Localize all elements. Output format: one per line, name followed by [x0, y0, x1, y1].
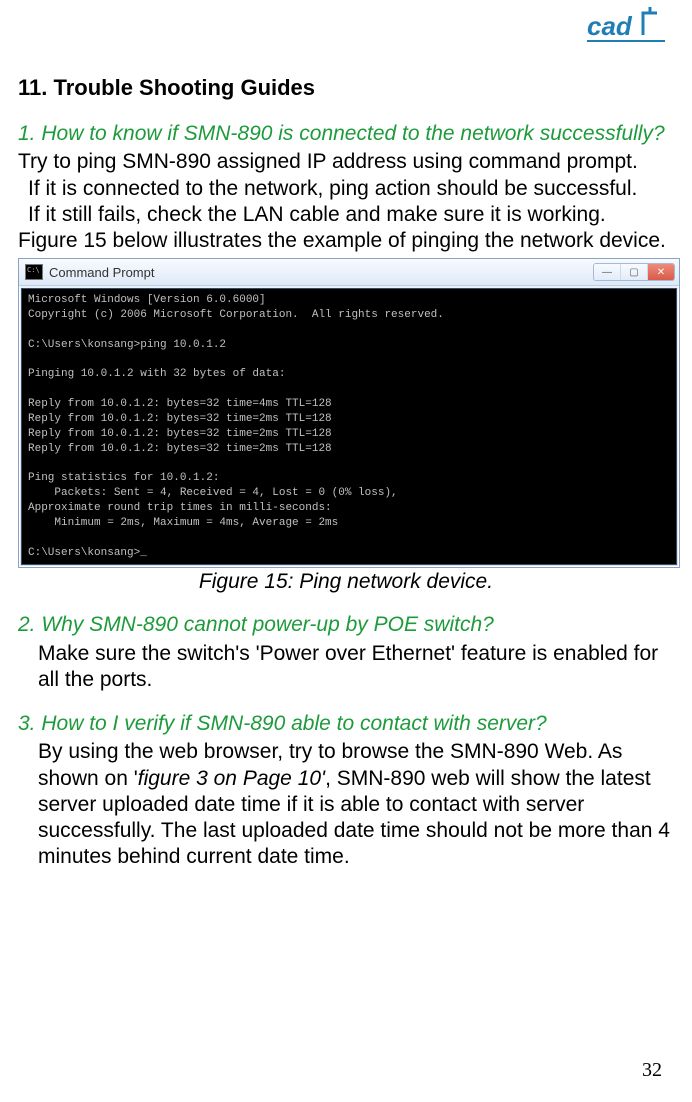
maximize-button[interactable]: ▢ [620, 264, 647, 280]
brand-logo: cad [587, 5, 667, 45]
figure-caption: Figure 15: Ping network device. [18, 570, 674, 594]
q2-body: Make sure the switch's 'Power over Ether… [18, 641, 674, 694]
q1-line-c: If it still fails, check the LAN cable a… [18, 202, 674, 228]
terminal-output: Microsoft Windows [Version 6.0.6000] Cop… [21, 288, 677, 565]
window-controls: — ▢ ✕ [593, 263, 675, 281]
question-1: 1. How to know if SMN-890 is connected t… [18, 121, 674, 147]
svg-text:cad: cad [587, 11, 633, 41]
q1-line-d: Figure 15 below illustrates the example … [18, 228, 674, 254]
close-button[interactable]: ✕ [647, 264, 674, 280]
minimize-button[interactable]: — [594, 264, 620, 280]
cmd-icon [25, 264, 43, 280]
question-2: 2. Why SMN-890 cannot power-up by POE sw… [18, 612, 674, 638]
q1-line-b: If it is connected to the network, ping … [18, 176, 674, 202]
page-number: 32 [642, 1059, 662, 1082]
section-heading: 11. Trouble Shooting Guides [18, 75, 674, 101]
window-title: Command Prompt [49, 265, 154, 280]
window-titlebar: Command Prompt — ▢ ✕ [19, 259, 679, 286]
question-3: 3. How to I verify if SMN-890 able to co… [18, 711, 674, 737]
command-prompt-window: Command Prompt — ▢ ✕ Microsoft Windows [… [18, 258, 680, 568]
q3-body: By using the web browser, try to browse … [18, 739, 674, 870]
q1-line-a: Try to ping SMN-890 assigned IP address … [18, 149, 674, 175]
figure-reference: figure 3 on Page 10' [138, 767, 325, 790]
